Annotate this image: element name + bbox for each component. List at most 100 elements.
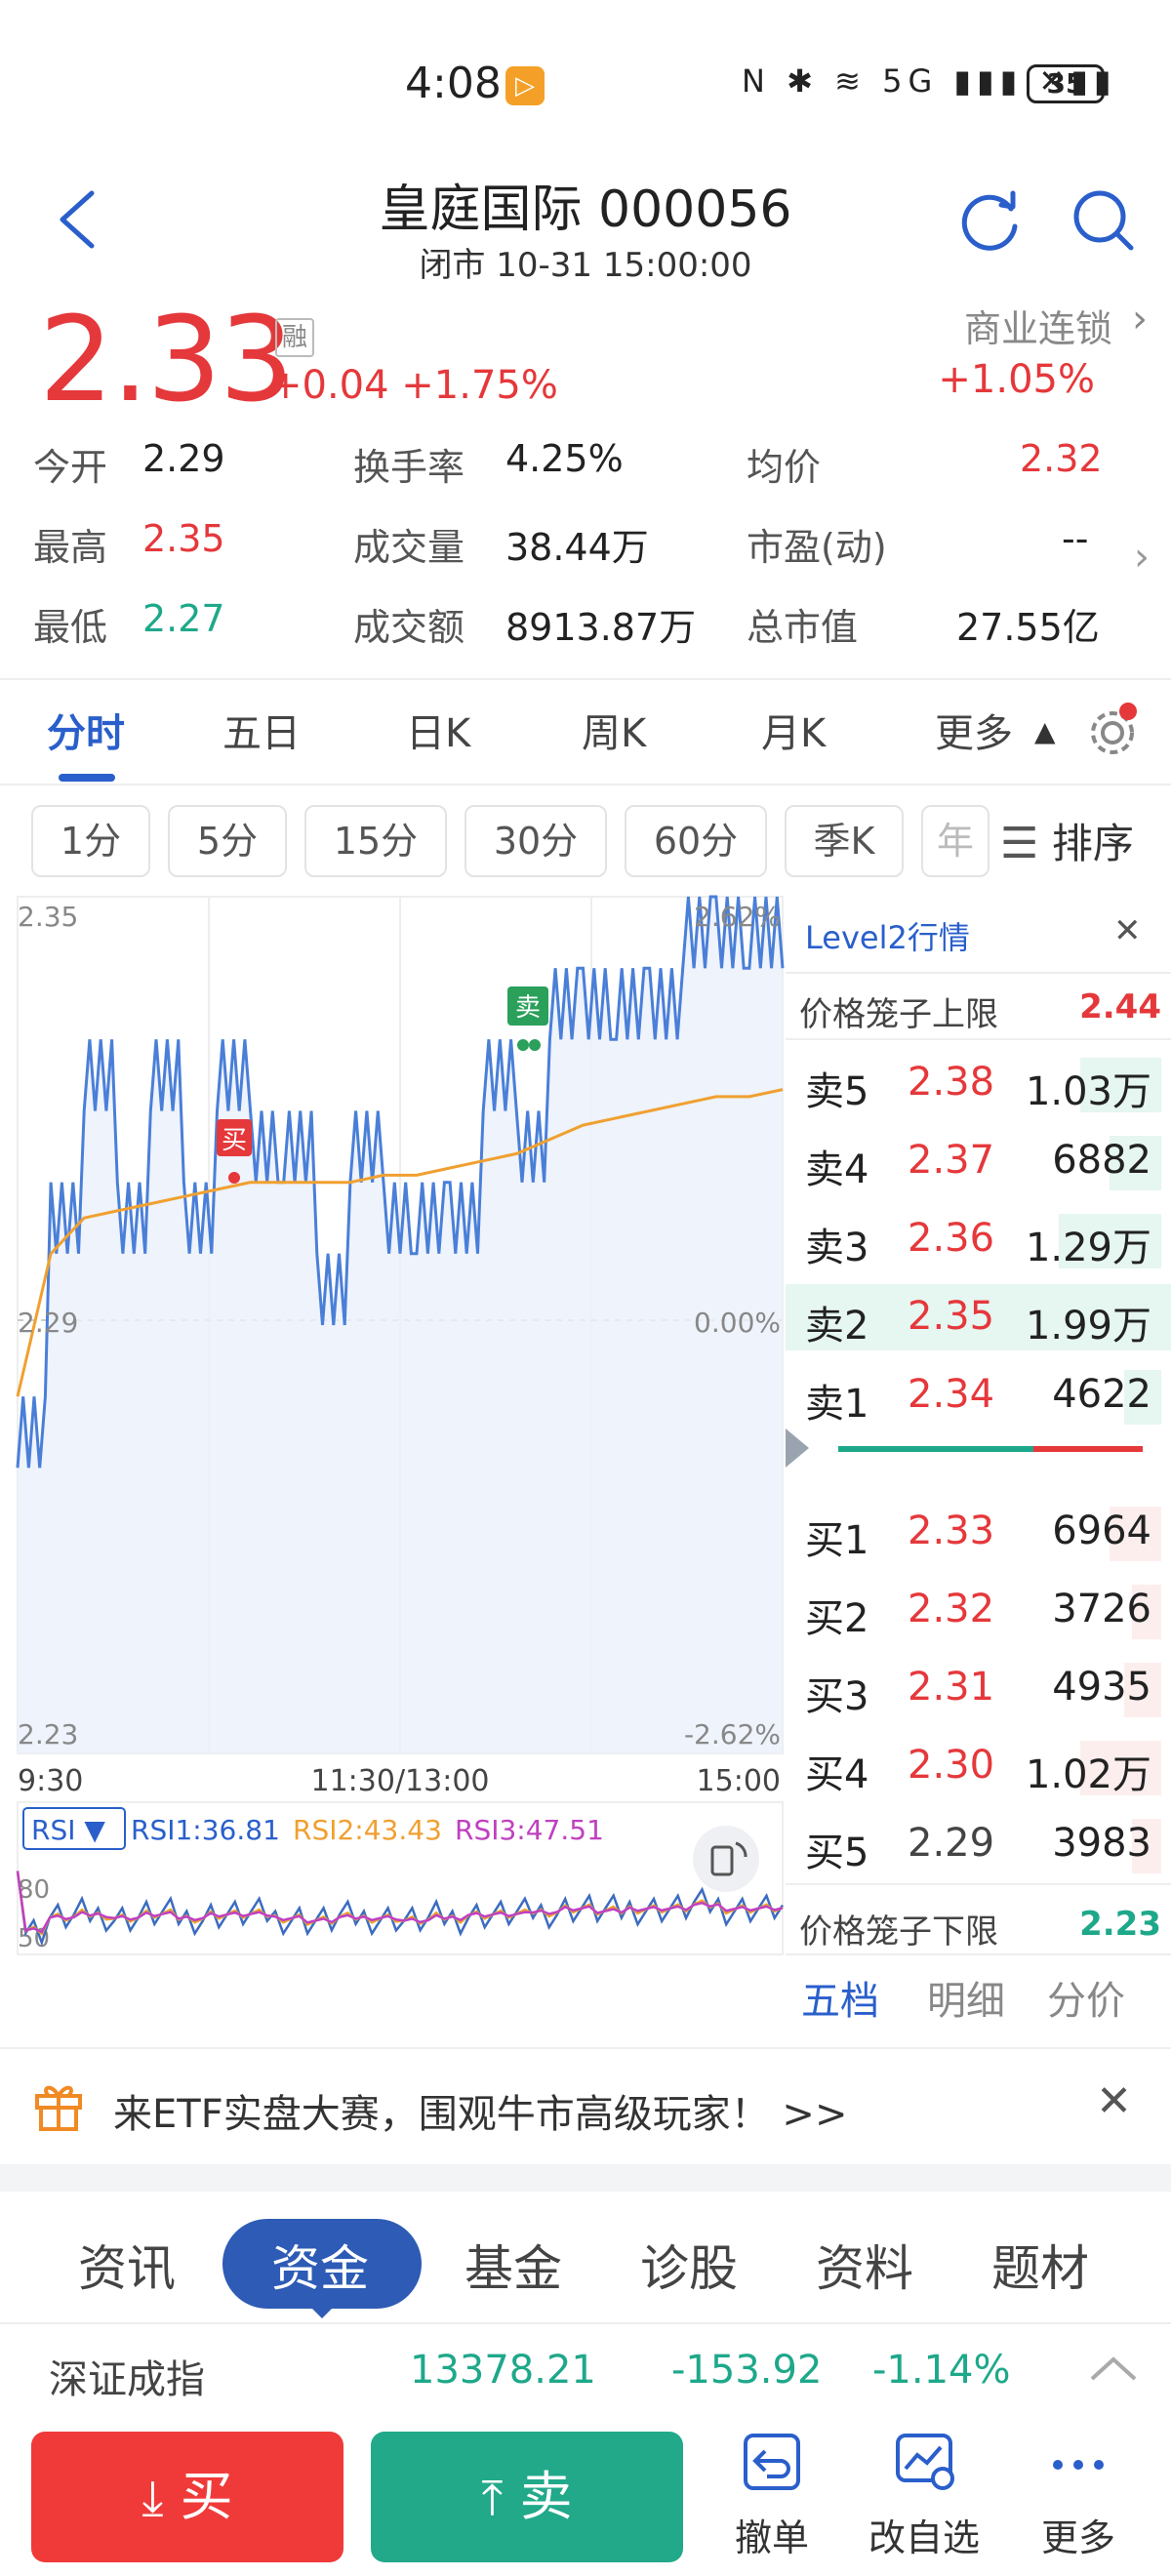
buy-level-3[interactable]: 买3 2.31 4935 <box>786 1649 1171 1727</box>
tab-price-dist[interactable]: 分价 <box>1047 1969 1125 2026</box>
tab-funds[interactable]: 基金 <box>464 2230 562 2300</box>
sell-level-2[interactable]: 卖4 2.37 6882 <box>786 1122 1171 1200</box>
level-side: 买5 <box>805 1831 869 1875</box>
lower-limit-row: 价格笼子下限 2.23 <box>786 1883 1171 1952</box>
close-icon[interactable]: ✕ <box>1113 911 1142 950</box>
cancel-order-button[interactable]: 撤单 <box>708 2430 835 2561</box>
sell-marker-dot <box>529 1039 541 1051</box>
index-change: -153.92 <box>671 2348 823 2393</box>
stat-label: 今开 <box>33 446 108 489</box>
settings-button[interactable] <box>1083 702 1142 764</box>
edit-watchlist-button[interactable]: 改自选 <box>861 2430 988 2561</box>
stat-label: 均价 <box>747 446 822 489</box>
x-label-end: 15:00 <box>697 1764 781 1798</box>
level-side: 买1 <box>805 1518 869 1563</box>
buy-level-2[interactable]: 买2 2.32 3726 <box>786 1571 1171 1649</box>
chevron-right-icon[interactable]: › <box>1134 535 1150 580</box>
section-divider <box>0 2164 1171 2192</box>
sell-button[interactable]: ⤒ 卖 <box>371 2432 683 2562</box>
active-section-pointer <box>308 2305 336 2318</box>
notification-icon: ▷ <box>505 66 545 105</box>
level-side: 卖4 <box>805 1147 869 1192</box>
level-volume: 1.99万 <box>1025 1304 1151 1348</box>
tab-five-levels[interactable]: 五档 <box>801 1969 879 2026</box>
level-volume: 6882 <box>1052 1138 1151 1183</box>
tab-weekly-k[interactable]: 周K <box>582 702 646 758</box>
buy-level-5[interactable]: 买5 2.29 3983 <box>786 1805 1171 1883</box>
tab-themes[interactable]: 题材 <box>991 2230 1089 2300</box>
level-side: 卖5 <box>805 1069 869 1114</box>
chip-15min[interactable]: 15分 <box>304 805 447 877</box>
chip-quarter-k[interactable]: 季K <box>785 805 904 877</box>
watchlist-icon <box>896 2434 954 2490</box>
stat-label: 最低 <box>33 606 108 649</box>
tab-intraday[interactable]: 分时 <box>47 702 125 758</box>
rsi1-value: RSI1:36.81 <box>131 1814 280 1846</box>
refresh-icon <box>961 190 1018 251</box>
tab-profile[interactable]: 资料 <box>816 2230 913 2300</box>
tab-capital[interactable]: 资金 <box>271 2230 369 2300</box>
search-button[interactable] <box>1069 185 1137 254</box>
buy-level-1[interactable]: 买1 2.33 6964 <box>786 1493 1171 1571</box>
high-value: 2.35 <box>142 517 225 560</box>
close-icon[interactable]: ✕ <box>1096 2076 1132 2126</box>
level2-title: Level2行情 <box>805 919 970 956</box>
level-price: 2.35 <box>908 1294 995 1339</box>
refresh-button[interactable] <box>956 185 1025 254</box>
level-volume: 3983 <box>1052 1821 1151 1866</box>
sector-change: +1.05% <box>938 357 1095 402</box>
cancel-label: 撤单 <box>734 2516 809 2559</box>
triangle-up-icon[interactable]: ▲ <box>1034 715 1056 747</box>
tab-details[interactable]: 明细 <box>927 1969 1005 2026</box>
tab-daily-k[interactable]: 日K <box>406 702 470 758</box>
price-change: +0.04 +1.75% <box>269 363 558 408</box>
level-volume: 1.03万 <box>1025 1069 1151 1114</box>
menu-icon: ☰ <box>1000 819 1039 868</box>
buy-button[interactable]: ⤓ 买 <box>31 2432 343 2562</box>
chevron-right-icon[interactable]: › <box>1132 297 1148 342</box>
level-side: 卖1 <box>805 1382 869 1427</box>
tab-monthly-k[interactable]: 月K <box>761 702 826 758</box>
undo-icon <box>744 2434 800 2490</box>
chip-5min[interactable]: 5分 <box>168 805 287 877</box>
level-volume: 4622 <box>1052 1372 1151 1417</box>
chevron-up-icon[interactable] <box>1088 2354 1139 2383</box>
sector-link[interactable]: 商业连锁 <box>964 299 1112 352</box>
chip-60min[interactable]: 60分 <box>625 805 767 877</box>
sell-level-1[interactable]: 卖5 2.38 1.03万 <box>786 1044 1171 1122</box>
index-name: 深证成指 <box>49 2357 205 2402</box>
tab-more[interactable]: 更多 <box>935 702 1013 758</box>
gear-icon <box>1091 703 1137 754</box>
tab-news[interactable]: 资讯 <box>78 2230 176 2300</box>
intraday-chart[interactable]: 2.35 2.29 2.23 2.62% 0.00% -2.62% 买 卖 9:… <box>0 893 786 2025</box>
tab-diagnosis[interactable]: 诊股 <box>640 2230 738 2300</box>
expand-arrow-icon[interactable] <box>786 1429 809 1468</box>
level-volume: 4935 <box>1052 1665 1151 1710</box>
sell-icon: ⤒ <box>481 2470 504 2526</box>
ratio-bar-sell <box>838 1446 1033 1452</box>
index-pct: -1.14% <box>872 2348 1011 2393</box>
chip-30min[interactable]: 30分 <box>464 805 607 877</box>
level-price: 2.34 <box>908 1372 995 1417</box>
sell-level-4[interactable]: 卖2 2.35 1.99万 <box>786 1278 1171 1356</box>
chip-1min[interactable]: 1分 <box>31 805 150 877</box>
tab-five-day[interactable]: 五日 <box>222 702 301 758</box>
y-label-bottom: 2.23 <box>18 1718 78 1751</box>
rsi3-value: RSI3:47.51 <box>455 1814 604 1846</box>
index-value: 13378.21 <box>410 2348 596 2393</box>
sell-level-5[interactable]: 卖1 2.34 4622 <box>786 1356 1171 1434</box>
rotate-button[interactable] <box>693 1826 759 1892</box>
index-ticker[interactable]: 深证成指 13378.21 -153.92 -1.14% <box>0 2322 1171 2420</box>
promo-text[interactable]: 来ETF实盘大赛，围观牛市高级玩家！ >> <box>113 2082 847 2139</box>
y-label-top: 2.35 <box>18 901 78 933</box>
sort-button[interactable]: ☰ 排序 <box>1000 811 1134 870</box>
sell-level-3[interactable]: 卖3 2.36 1.29万 <box>786 1200 1171 1278</box>
chip-year-k[interactable]: 年 <box>921 805 989 877</box>
rsi-selector-label: RSI ▼ <box>31 1814 105 1846</box>
promo-banner[interactable]: 来ETF实盘大赛，围观牛市高级玩家！ >> ✕ <box>0 2047 1171 2164</box>
level2-panel: Level2行情 ✕ 价格笼子上限 2.44 卖5 2.38 1.03万 卖4 2.37… <box>786 898 1171 2030</box>
more-dots-icon <box>1053 2460 1104 2470</box>
more-button[interactable]: 更多 <box>1015 2430 1142 2561</box>
rsi2-value: RSI2:43.43 <box>293 1814 442 1846</box>
buy-level-4[interactable]: 买4 2.30 1.02万 <box>786 1727 1171 1805</box>
